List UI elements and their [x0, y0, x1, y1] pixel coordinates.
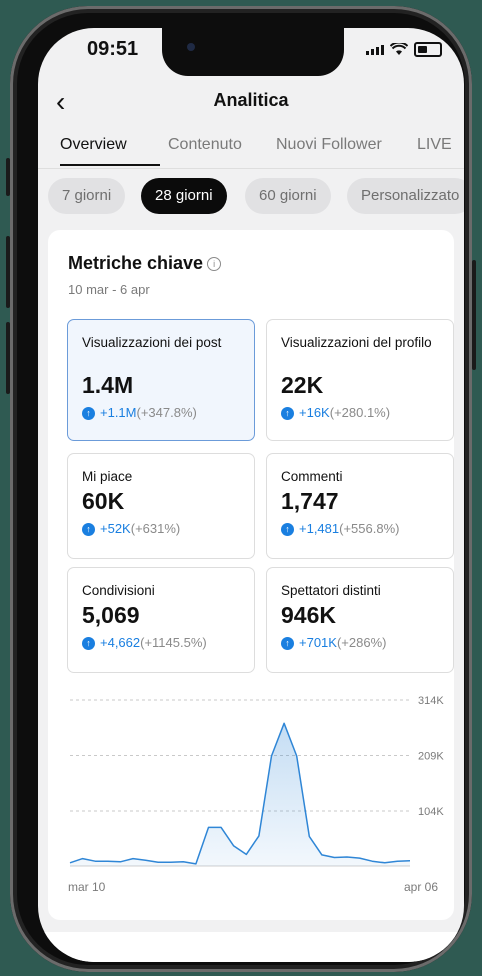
notch	[162, 28, 344, 76]
arrow-up-icon: ↑	[82, 407, 95, 421]
camera-icon	[187, 43, 195, 51]
metric-delta-pct: (+1145.5%)	[140, 635, 207, 650]
series-line	[69, 722, 411, 865]
metric-value: 1.4M	[82, 372, 134, 398]
info-icon[interactable]: i	[207, 257, 222, 272]
phone-frame: 09:51 ‹ Analitica Overview Contenuto Nuo…	[10, 6, 472, 972]
metric-label: Visualizzazioni dei post	[82, 335, 222, 350]
metric-value: 5,069	[82, 602, 140, 628]
key-metrics-card: Metriche chiave i 10 mar - 6 apr Visualiz…	[48, 230, 454, 920]
arrow-up-icon: ↑	[82, 523, 95, 537]
metric-label: Condivisioni	[82, 583, 155, 598]
arrow-up-icon: ↑	[281, 407, 294, 421]
metric-delta-pct: (+347.8%)	[136, 405, 197, 420]
metric-delta-abs: +1,481	[299, 521, 340, 536]
metric-value: 946K	[281, 602, 336, 628]
screen: 09:51 ‹ Analitica Overview Contenuto Nuo…	[38, 28, 464, 962]
metric-delta-abs: +1.1M	[100, 405, 137, 420]
metric-delta-abs: +52K	[100, 521, 131, 536]
tab-bar: Overview Contenuto Nuovi Follower LIVE	[38, 128, 464, 169]
y-tick-label: 314K	[418, 695, 444, 707]
section-title-text: Metriche chiave	[68, 253, 204, 273]
trend-chart-svg: 314K 209K 104K	[69, 695, 444, 867]
x-axis-end-label: apr 06	[403, 880, 438, 894]
arrow-up-icon: ↑	[82, 637, 95, 651]
tab-overview[interactable]: Overview	[60, 136, 127, 154]
metric-likes[interactable]: Mi piace 60K ↑ +52K(+631%)	[67, 453, 255, 559]
tab-nuovi-follower[interactable]: Nuovi Follower	[276, 136, 382, 154]
wifi-icon	[390, 43, 408, 55]
metric-delta: ↑ +16K(+280.1%)	[281, 405, 439, 421]
status-icons	[366, 42, 442, 57]
metric-delta-pct: (+280.1%)	[329, 405, 391, 420]
metric-label: Spettatori distinti	[281, 583, 381, 598]
series-area	[70, 723, 410, 866]
metric-comments[interactable]: Commenti 1,747 ↑ +1,481(+556.8%)	[266, 453, 454, 559]
y-tick-label: 209K	[418, 751, 444, 763]
metric-delta-pct: (+286%)	[336, 635, 387, 650]
metric-delta: ↑ +1,481(+556.8%)	[281, 521, 439, 537]
metric-delta: ↑ +52K(+631%)	[82, 521, 240, 537]
metric-value: 60K	[82, 488, 125, 514]
range-chip-60[interactable]: 60 giorni	[245, 178, 331, 214]
range-selector: 7 giorni 28 giorni 60 giorni Personalizz…	[38, 178, 464, 218]
arrow-up-icon: ↑	[281, 523, 294, 537]
metric-profile-views[interactable]: Visualizzazioni del profilo 22K ↑ +16K(+2…	[266, 319, 454, 441]
metric-delta-abs: +701K	[299, 635, 337, 650]
bottom-strip	[38, 932, 464, 962]
range-chip-custom[interactable]: Personalizzato	[347, 178, 464, 214]
status-time: 09:51	[87, 38, 139, 60]
trend-chart: 314K 209K 104K mar 10 apr 06	[58, 680, 448, 900]
metric-shares[interactable]: Condivisioni 5,069 ↑ +4,662(+1145.5%)	[67, 567, 255, 673]
metric-delta-abs: +4,662	[100, 635, 141, 650]
y-tick-label: 104K	[418, 806, 444, 818]
metric-label: Visualizzazioni del profilo	[281, 335, 432, 350]
range-chip-7[interactable]: 7 giorni	[48, 178, 126, 214]
metric-delta: ↑ +701K(+286%)	[281, 635, 439, 651]
tab-live[interactable]: LIVE	[417, 136, 452, 154]
metric-delta-abs: +16K	[299, 405, 330, 420]
section-date-range: 10 mar - 6 apr	[68, 282, 150, 297]
range-chip-28[interactable]: 28 giorni	[141, 178, 227, 214]
tab-active-indicator	[60, 164, 160, 166]
metric-delta: ↑ +1.1M(+347.8%)	[82, 405, 240, 421]
metric-post-views[interactable]: Visualizzazioni dei post 1.4M ↑ +1.1M(+34…	[67, 319, 255, 441]
x-axis-start-label: mar 10	[68, 880, 106, 894]
metric-unique-viewers[interactable]: Spettatori distinti 946K ↑ +701K(+286%)	[266, 567, 454, 673]
metric-delta-pct: (+631%)	[130, 521, 181, 536]
page-title: Analitica	[213, 90, 289, 110]
metric-delta: ↑ +4,662(+1145.5%)	[82, 635, 240, 651]
metric-label: Commenti	[281, 469, 343, 484]
section-title: Metriche chiave i	[68, 253, 222, 274]
tab-contenuto[interactable]: Contenuto	[168, 136, 242, 154]
header: ‹ Analitica	[38, 86, 464, 126]
metric-label: Mi piace	[82, 469, 133, 484]
metric-value: 1,747	[281, 488, 339, 514]
metric-delta-pct: (+556.8%)	[339, 521, 400, 536]
signal-icon	[366, 44, 384, 55]
arrow-up-icon: ↑	[281, 637, 294, 651]
metric-value: 22K	[281, 372, 324, 398]
battery-icon	[414, 42, 442, 57]
